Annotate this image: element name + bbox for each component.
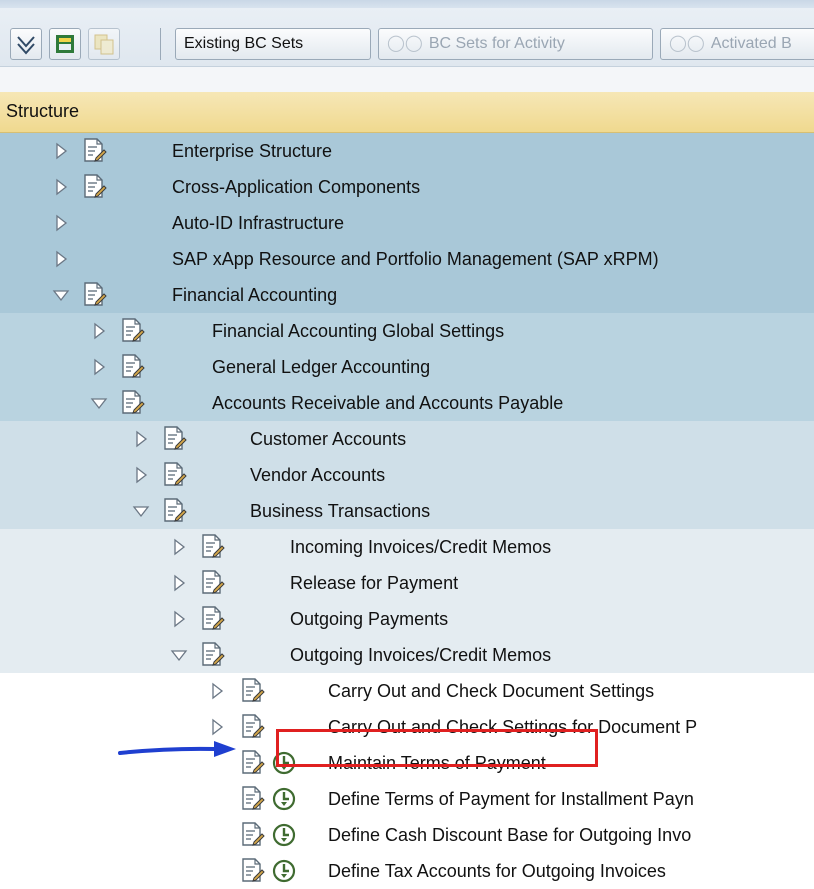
tree-node[interactable]: Accounts Receivable and Accounts Payable	[0, 385, 814, 421]
document-icon[interactable]	[240, 857, 266, 884]
tree-node[interactable]: General Ledger Accounting	[0, 349, 814, 385]
tree-node-label[interactable]: Incoming Invoices/Credit Memos	[290, 537, 551, 558]
tree-node-label[interactable]: Carry Out and Check Document Settings	[328, 681, 654, 702]
collapsed-triangle-icon[interactable]	[52, 250, 70, 268]
tree-node-label[interactable]: Define Cash Discount Base for Outgoing I…	[328, 825, 691, 846]
title-strip	[0, 0, 814, 8]
document-icon[interactable]	[120, 353, 146, 380]
tree-node[interactable]: Define Tax Accounts for Outgoing Invoice…	[0, 853, 814, 889]
toolbar-separator	[160, 28, 161, 60]
document-icon[interactable]	[120, 389, 146, 416]
activated-bc-sets-button[interactable]: ◯◯ Activated B	[660, 28, 814, 60]
copy-icon[interactable]	[88, 28, 120, 60]
document-icon[interactable]	[240, 677, 266, 704]
document-icon[interactable]	[120, 317, 146, 344]
collapsed-triangle-icon[interactable]	[170, 610, 188, 628]
collapsed-triangle-icon[interactable]	[208, 718, 226, 736]
document-icon[interactable]	[82, 137, 108, 164]
collapsed-triangle-icon[interactable]	[132, 466, 150, 484]
document-icon[interactable]	[162, 425, 188, 452]
bc-sets-for-activity-label: BC Sets for Activity	[428, 35, 565, 52]
tree-node-label[interactable]: Outgoing Payments	[290, 609, 448, 630]
tree-node[interactable]: Customer Accounts	[0, 421, 814, 457]
tree-node-label[interactable]: Cross-Application Components	[172, 177, 420, 198]
document-icon[interactable]	[200, 605, 226, 632]
expanded-triangle-icon[interactable]	[90, 394, 108, 412]
tree-node-label[interactable]: Business Transactions	[250, 501, 430, 522]
tree-node[interactable]: Vendor Accounts	[0, 457, 814, 493]
bc-sets-for-activity-button[interactable]: ◯◯ BC Sets for Activity	[378, 28, 653, 60]
collapsed-triangle-icon[interactable]	[52, 142, 70, 160]
tree-node[interactable]: Financial Accounting	[0, 277, 814, 313]
execute-activity-icon[interactable]	[272, 787, 296, 811]
collapsed-triangle-icon[interactable]	[90, 358, 108, 376]
tree-node-label[interactable]: Outgoing Invoices/Credit Memos	[290, 645, 551, 666]
collapsed-triangle-icon[interactable]	[170, 538, 188, 556]
tree-node-label[interactable]: Define Terms of Payment for Installment …	[328, 789, 694, 810]
tree-node-label[interactable]: Auto-ID Infrastructure	[172, 213, 344, 234]
tree-node[interactable]: Outgoing Invoices/Credit Memos	[0, 637, 814, 673]
toolbar: Existing BC Sets ◯◯ BC Sets for Activity …	[0, 8, 814, 67]
collapsed-triangle-icon[interactable]	[52, 214, 70, 232]
tree-node[interactable]: Enterprise Structure	[0, 133, 814, 169]
bc-set-glasses-icon: ◯◯	[669, 35, 705, 52]
document-icon[interactable]	[200, 533, 226, 560]
document-icon[interactable]	[200, 641, 226, 668]
tree-node[interactable]: Define Cash Discount Base for Outgoing I…	[0, 817, 814, 853]
documentation-icon[interactable]	[49, 28, 81, 60]
tree-node[interactable]: Release for Payment	[0, 565, 814, 601]
tree-node[interactable]: Business Transactions	[0, 493, 814, 529]
existing-bc-sets-button[interactable]: Existing BC Sets	[175, 28, 371, 60]
expanded-triangle-icon[interactable]	[52, 286, 70, 304]
tree-node-label[interactable]: Customer Accounts	[250, 429, 406, 450]
tree-node[interactable]: Carry Out and Check Document Settings	[0, 673, 814, 709]
bc-set-glasses-icon: ◯◯	[387, 35, 423, 52]
tree-node[interactable]: Define Terms of Payment for Installment …	[0, 781, 814, 817]
tree-node[interactable]: Cross-Application Components	[0, 169, 814, 205]
document-icon[interactable]	[240, 821, 266, 848]
collapsed-triangle-icon[interactable]	[52, 178, 70, 196]
document-icon[interactable]	[200, 569, 226, 596]
document-icon[interactable]	[162, 461, 188, 488]
collapsed-triangle-icon[interactable]	[90, 322, 108, 340]
spacer-band	[0, 67, 814, 92]
expanded-triangle-icon[interactable]	[170, 646, 188, 664]
document-icon[interactable]	[82, 173, 108, 200]
tree-node-label[interactable]: Accounts Receivable and Accounts Payable	[212, 393, 563, 414]
expand-all-icon[interactable]	[10, 28, 42, 60]
tree-node-label[interactable]: SAP xApp Resource and Portfolio Manageme…	[172, 249, 659, 270]
structure-header: Structure	[0, 92, 814, 133]
tree-node-label[interactable]: Vendor Accounts	[250, 465, 385, 486]
existing-bc-sets-label: Existing BC Sets	[184, 35, 304, 52]
document-icon[interactable]	[240, 785, 266, 812]
expanded-triangle-icon[interactable]	[132, 502, 150, 520]
collapsed-triangle-icon[interactable]	[132, 430, 150, 448]
tree-node[interactable]: SAP xApp Resource and Portfolio Manageme…	[0, 241, 814, 277]
document-icon[interactable]	[82, 281, 108, 308]
tree-node[interactable]: Financial Accounting Global Settings	[0, 313, 814, 349]
highlight-box	[276, 729, 598, 767]
collapsed-triangle-icon[interactable]	[170, 574, 188, 592]
document-icon[interactable]	[240, 749, 266, 776]
document-icon[interactable]	[162, 497, 188, 524]
tree-node-label[interactable]: Release for Payment	[290, 573, 458, 594]
structure-header-label: Structure	[6, 101, 80, 121]
tree-node-label[interactable]: Financial Accounting	[172, 285, 337, 306]
tree-node-label[interactable]: Enterprise Structure	[172, 141, 332, 162]
tree-node-label[interactable]: General Ledger Accounting	[212, 357, 430, 378]
document-icon[interactable]	[240, 713, 266, 740]
pointer-arrow-icon	[118, 741, 236, 757]
activated-bc-sets-label: Activated B	[710, 35, 792, 52]
execute-activity-icon[interactable]	[272, 823, 296, 847]
tree-node-label[interactable]: Define Tax Accounts for Outgoing Invoice…	[328, 861, 666, 882]
tree-node-label[interactable]: Financial Accounting Global Settings	[212, 321, 504, 342]
tree-node[interactable]: Incoming Invoices/Credit Memos	[0, 529, 814, 565]
collapsed-triangle-icon[interactable]	[208, 682, 226, 700]
tree-node[interactable]: Auto-ID Infrastructure	[0, 205, 814, 241]
tree-node[interactable]: Outgoing Payments	[0, 601, 814, 637]
